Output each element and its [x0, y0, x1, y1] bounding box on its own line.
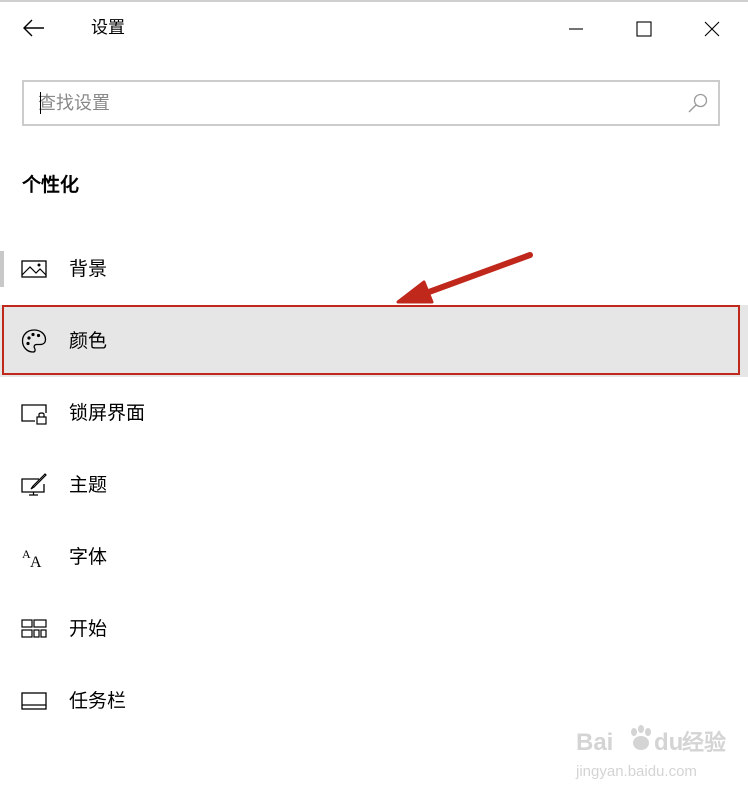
maximize-icon: [636, 21, 652, 37]
taskbar-icon: [21, 692, 47, 710]
search-box[interactable]: [22, 80, 720, 126]
minimize-button[interactable]: [548, 8, 604, 50]
nav-item-label: 主题: [69, 474, 108, 496]
lock-screen-icon: [21, 404, 47, 425]
back-button[interactable]: [12, 8, 56, 48]
nav-item-label: 锁屏界面: [69, 402, 146, 424]
font-icon: A A: [22, 547, 42, 571]
picture-icon: [21, 260, 47, 278]
current-indicator: [0, 251, 4, 287]
nav-item-label: 字体: [69, 546, 108, 568]
arrow-left-icon: [23, 19, 44, 37]
close-button[interactable]: [684, 8, 740, 50]
nav-item-label: 任务栏: [69, 690, 127, 712]
svg-text:经验: 经验: [682, 730, 726, 756]
baidu-jingyan-watermark: Bai du 经验 jingyan.baidu.com: [574, 720, 744, 790]
window-title: 设置: [91, 18, 125, 38]
theme-brush-icon: [21, 473, 47, 496]
nav-item-lock-screen[interactable]: 锁屏界面: [0, 377, 748, 449]
start-tiles-icon: [21, 619, 47, 638]
nav-item-themes[interactable]: 主题: [0, 449, 748, 521]
maximize-button[interactable]: [616, 8, 672, 50]
nav-item-background[interactable]: 背景: [0, 233, 748, 305]
annotation-highlight-box: [2, 305, 740, 375]
close-icon: [704, 21, 720, 37]
nav-item-start[interactable]: 开始: [0, 593, 748, 665]
minimize-icon: [569, 28, 583, 30]
baidu-paw-logo-icon: Bai du 经验 jingyan.baidu.com: [575, 725, 726, 780]
svg-text:jingyan.baidu.com: jingyan.baidu.com: [575, 763, 697, 780]
search-input[interactable]: [38, 82, 678, 124]
search-icon[interactable]: [686, 91, 710, 115]
title-bar: 设置: [0, 2, 748, 54]
text-caret: [40, 92, 41, 114]
svg-text:A: A: [30, 554, 42, 571]
nav-item-label: 背景: [69, 258, 108, 280]
svg-text:du: du: [654, 729, 683, 756]
section-title: 个性化: [22, 174, 80, 196]
nav-item-label: 开始: [69, 618, 108, 640]
nav-item-fonts[interactable]: A A 字体: [0, 521, 748, 593]
svg-text:Bai: Bai: [576, 729, 613, 756]
